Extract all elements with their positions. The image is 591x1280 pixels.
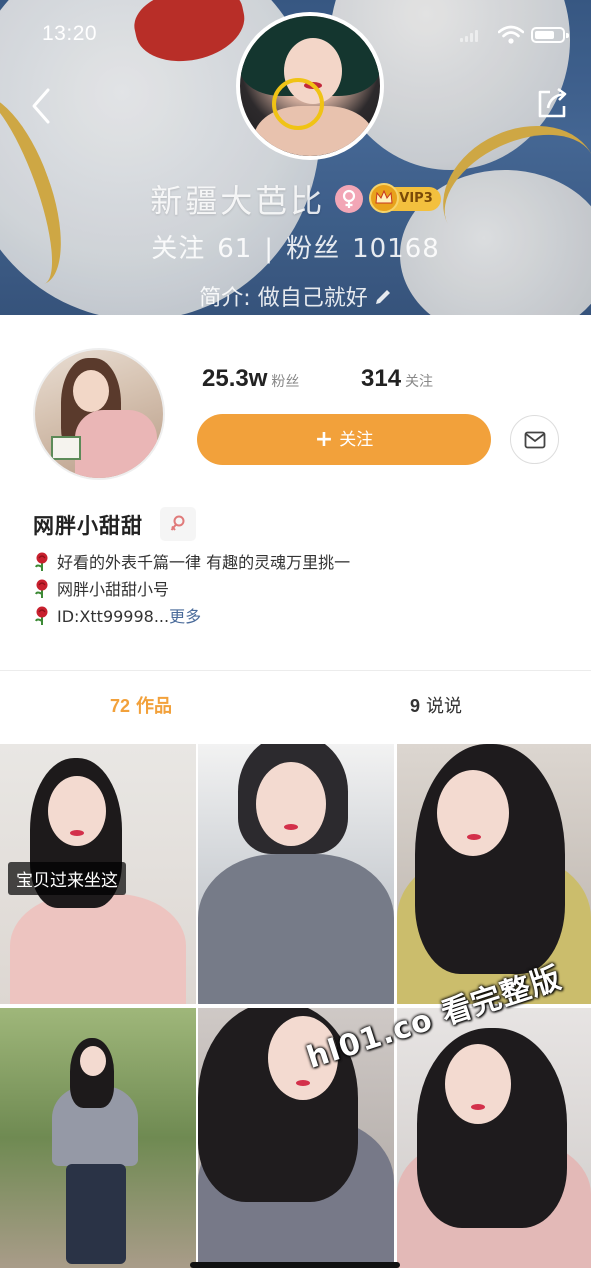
bio-line: ID:Xtt99998...更多 [33, 605, 201, 629]
home-indicator [190, 1262, 400, 1268]
work-thumbnail[interactable] [198, 744, 394, 1004]
pencil-icon [374, 287, 392, 312]
tab-posts[interactable]: 9 说说 [410, 692, 462, 718]
following-label: 关注 [405, 374, 434, 390]
bio-line: 网胖小甜甜小号 [33, 578, 169, 602]
tab-works[interactable]: 72 作品 [110, 692, 172, 718]
female-icon [335, 185, 364, 213]
work-thumbnail[interactable]: 宝贝过来坐这 [0, 744, 196, 1004]
works-count: 72 [110, 696, 131, 716]
banner-bio-text: 简介: 做自己就好 [199, 286, 368, 311]
banner-bio[interactable]: 简介: 做自己就好 [0, 280, 591, 312]
share-button[interactable] [534, 86, 570, 122]
work-thumbnail[interactable] [397, 744, 591, 1004]
message-button[interactable] [510, 415, 559, 464]
banner-name-row: 新疆大芭比 VIP3 [0, 176, 591, 220]
banner-username: 新疆大芭比 [150, 182, 326, 220]
vip-label: VIP3 [399, 191, 433, 206]
banner-fans-label: 粉丝 [286, 234, 341, 264]
share-icon [538, 87, 567, 118]
work-thumbnail[interactable] [0, 1008, 196, 1268]
crown-icon [369, 183, 400, 213]
divider [0, 670, 591, 671]
banner-avatar[interactable] [236, 12, 384, 160]
fans-count: 25.3w [202, 365, 268, 392]
profile-avatar[interactable] [33, 348, 165, 480]
fans-stat[interactable]: 25.3w 粉丝 [202, 365, 299, 395]
plus-icon: + [314, 427, 334, 452]
following-stat[interactable]: 314 关注 [361, 365, 433, 395]
following-count: 314 [361, 365, 402, 392]
banner-stats: 关注 61 | 粉丝 10168 [0, 228, 591, 265]
rose-icon [35, 606, 48, 625]
bio-text: 网胖小甜甜小号 [57, 580, 170, 599]
follow-button[interactable]: + 关注 [197, 414, 491, 465]
works-label: 作品 [136, 696, 173, 717]
bio-text: ID:Xtt99998... [57, 607, 170, 626]
posts-label: 说说 [426, 696, 463, 717]
banner-separator: | [264, 234, 275, 264]
status-time: 13:20 [42, 22, 98, 45]
gender-tag [160, 507, 196, 541]
banner-follow-label: 关注 [151, 234, 206, 264]
profile-banner: 13:20 新疆大芭比 VIP3 关注 61 | 粉丝 10168 简介: 做自己就好 [0, 0, 591, 315]
posts-count: 9 [410, 696, 421, 716]
vip-badge: VIP3 [369, 183, 441, 213]
rose-icon [35, 552, 48, 571]
bio-text: 好看的外表千篇一律 有趣的灵魂万里挑一 [57, 553, 351, 572]
banner-fans-count: 10168 [352, 234, 440, 264]
profile-username: 网胖小甜甜 [33, 514, 143, 538]
thumbnail-caption: 宝贝过来坐这 [8, 862, 126, 895]
fans-label: 粉丝 [271, 374, 300, 390]
back-button[interactable] [26, 86, 56, 126]
more-link[interactable]: 更多 [169, 607, 201, 626]
bio-line: 好看的外表千篇一律 有趣的灵魂万里挑一 [33, 551, 350, 575]
banner-follow-count: 61 [217, 234, 253, 264]
mail-icon [524, 431, 546, 449]
follow-button-label: 关注 [339, 430, 374, 450]
battery-icon [531, 27, 569, 43]
highlight-ring [272, 78, 324, 130]
work-thumbnail[interactable] [397, 1008, 591, 1268]
signal-icon [460, 30, 478, 42]
back-arrow-icon [32, 88, 50, 124]
female-icon [170, 515, 185, 531]
wifi-icon [497, 25, 525, 45]
rose-icon [35, 579, 48, 598]
